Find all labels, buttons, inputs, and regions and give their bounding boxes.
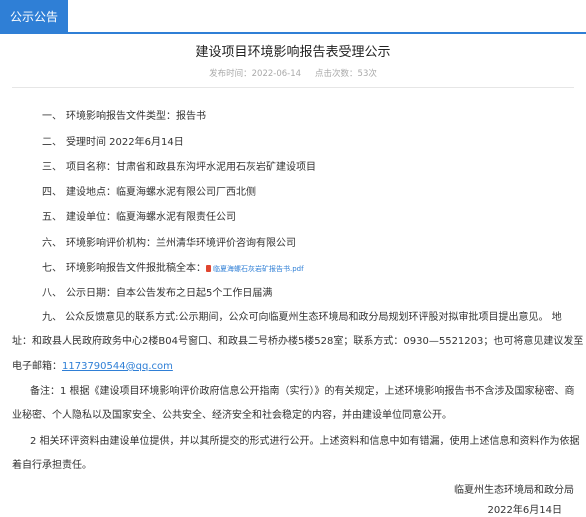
list-item: 五、 建设单位：临夏海螺水泥有限责任公司: [42, 208, 236, 223]
item-number: 六、: [42, 238, 62, 249]
item-text: 项目名称：甘肃省和政县东沟坪水泥用石灰岩矿建设项目: [66, 162, 316, 173]
view-count: 53次: [357, 69, 377, 79]
item-number: 二、: [42, 137, 62, 148]
item-text: 建设地点：临夏海螺水泥有限公司厂西北侧: [66, 187, 256, 198]
signature-date: 2022年6月14日: [487, 505, 562, 516]
signature-org: 临夏州生态环境局和政分局: [454, 485, 574, 496]
note-line-4: 着自行承担责任。: [12, 460, 92, 471]
item-text: 环境影响评价机构：兰州清华环境评价咨询有限公司: [66, 238, 296, 249]
page-title: 建设项目环境影响报告表受理公示: [195, 45, 391, 60]
publish-date-label: 发布时间：: [209, 69, 252, 79]
list-item: 八、 公示日期：自本公告发布之日起5个工作日届满: [42, 284, 272, 299]
note-line-2: 业秘密、个人隐私以及国家安全、公共安全、经济安全和社会稳定的内容，并由建设单位同…: [12, 410, 452, 421]
list-item: 七、 环境影响报告文件报批稿全本： 临夏海螺石灰岩矿报告书.pdf: [42, 259, 304, 274]
item-number: 五、: [42, 212, 62, 223]
item-number: 三、: [42, 162, 62, 173]
list-item: 一、 环境影响报告文件类型：报告书: [42, 107, 206, 122]
note-line-3: 2 相关环评资料由建设单位提供，并以其所提交的形式进行公开。上述资料和信息中如有…: [30, 436, 580, 447]
item-number: 八、: [42, 288, 62, 299]
attachment-name: 临夏海螺石灰岩矿报告书.pdf: [213, 265, 304, 273]
tab-announcements[interactable]: 公示公告: [0, 0, 68, 32]
email-link[interactable]: 1173790544@qq.com: [62, 361, 173, 372]
item-text: 环境影响报告文件报批稿全本：: [66, 263, 206, 274]
item-text: 公示日期：自本公告发布之日起5个工作日届满: [66, 288, 273, 299]
item-text: 受理时间 2022年6月14日: [66, 137, 184, 148]
publish-date: 2022-06-14: [251, 69, 302, 79]
list-item: 二、 受理时间 2022年6月14日: [42, 133, 184, 148]
note-line-1: 备注：1 根据《建设项目环境影响评价政府信息公开指南（实行）》的有关规定，上述环…: [30, 386, 575, 397]
item-number: 四、: [42, 187, 62, 198]
item-number: 七、: [42, 263, 62, 274]
list-item: 六、 环境影响评价机构：兰州清华环境评价咨询有限公司: [42, 234, 296, 249]
attachment-link[interactable]: 临夏海螺石灰岩矿报告书.pdf: [206, 265, 304, 273]
item-text: 建设单位：临夏海螺水泥有限责任公司: [66, 212, 236, 223]
item-number: 一、: [42, 111, 62, 122]
list-item: 三、 项目名称：甘肃省和政县东沟坪水泥用石灰岩矿建设项目: [42, 158, 316, 173]
contact-line-2: 址：和政县人民政府政务中心2楼B04号窗口、和政县二号桥办楼5楼528室；联系方…: [12, 336, 584, 347]
contact-line-1: 九、 公众反馈意见的联系方式:公示期间，公众可向临夏州生态环境局和政分局规划环评…: [42, 312, 562, 323]
divider: [12, 87, 574, 88]
view-count-label: 点击次数：: [315, 69, 358, 79]
top-bar: 公示公告: [0, 0, 586, 34]
article-meta: 发布时间：2022-06-14 点击次数：53次: [0, 67, 586, 79]
list-item: 四、 建设地点：临夏海螺水泥有限公司厂西北侧: [42, 183, 256, 198]
email-label: 电子邮箱：: [12, 361, 62, 372]
item-text: 环境影响报告文件类型：报告书: [66, 111, 206, 122]
pdf-file-icon: [206, 265, 211, 272]
contact-line-3: 电子邮箱：1173790544@qq.com: [12, 357, 173, 372]
